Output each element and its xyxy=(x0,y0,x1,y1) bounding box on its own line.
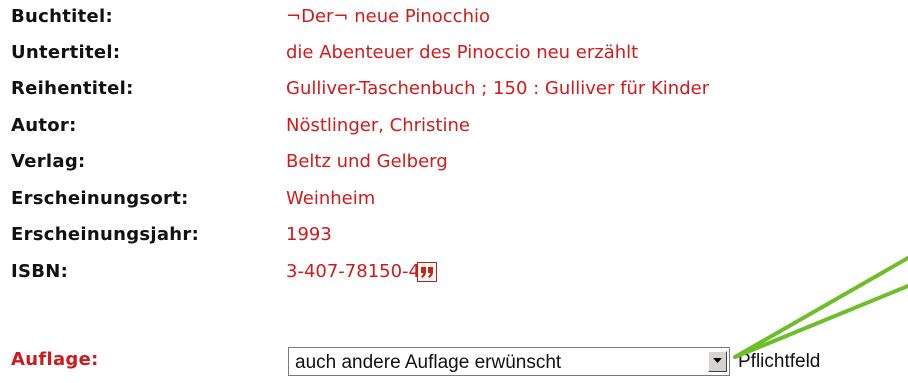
value-isbn: 3-407-78150-4 xyxy=(286,261,421,282)
field-untertitel: Untertitel: die Abenteuer des Pinoccio n… xyxy=(11,36,901,70)
field-erscheinungsjahr: Erscheinungsjahr: 1993 xyxy=(11,218,901,252)
field-erscheinungsort: Erscheinungsort: Weinheim xyxy=(11,182,901,216)
field-auflage: Auflage: auch andere Auflage erwünscht P… xyxy=(11,343,901,383)
chevron-down-icon[interactable] xyxy=(708,351,727,372)
label-buchtitel: Buchtitel: xyxy=(11,6,113,27)
value-verlag: Beltz und Gelberg xyxy=(286,151,448,172)
label-verlag: Verlag: xyxy=(11,151,86,172)
value-untertitel: die Abenteuer des Pinoccio neu erzählt xyxy=(286,42,639,63)
field-buchtitel: Buchtitel: ¬Der¬ neue Pinocchio xyxy=(11,0,901,34)
book-details-form: Buchtitel: ¬Der¬ neue Pinocchio Untertit… xyxy=(0,0,908,383)
field-reihentitel: Reihentitel: Gulliver-Taschenbuch ; 150 … xyxy=(11,72,901,106)
label-erscheinungsort: Erscheinungsort: xyxy=(11,188,189,209)
value-autor: Nöstlinger, Christine xyxy=(286,115,470,136)
required-hint: Pflichtfeld xyxy=(738,351,821,372)
field-autor: Autor: Nöstlinger, Christine xyxy=(11,109,901,143)
quote-icon[interactable] xyxy=(417,262,437,282)
quote-icon-glyph xyxy=(421,267,433,278)
value-erscheinungsort: Weinheim xyxy=(286,188,376,209)
field-verlag: Verlag: Beltz und Gelberg xyxy=(11,145,901,179)
label-untertitel: Untertitel: xyxy=(11,42,121,63)
label-auflage: Auflage: xyxy=(11,349,99,370)
value-buchtitel: ¬Der¬ neue Pinocchio xyxy=(286,6,491,27)
label-isbn: ISBN: xyxy=(11,261,69,282)
auflage-select[interactable]: auch andere Auflage erwünscht xyxy=(288,347,730,376)
label-reihentitel: Reihentitel: xyxy=(11,78,134,99)
label-autor: Autor: xyxy=(11,115,77,136)
value-erscheinungsjahr: 1993 xyxy=(286,224,332,245)
value-reihentitel: Gulliver-Taschenbuch ; 150 : Gulliver fü… xyxy=(286,78,710,99)
auflage-selected-value: auch andere Auflage erwünscht xyxy=(295,352,562,373)
label-erscheinungsjahr: Erscheinungsjahr: xyxy=(11,224,200,245)
field-isbn: ISBN: 3-407-78150-4 xyxy=(11,255,901,289)
